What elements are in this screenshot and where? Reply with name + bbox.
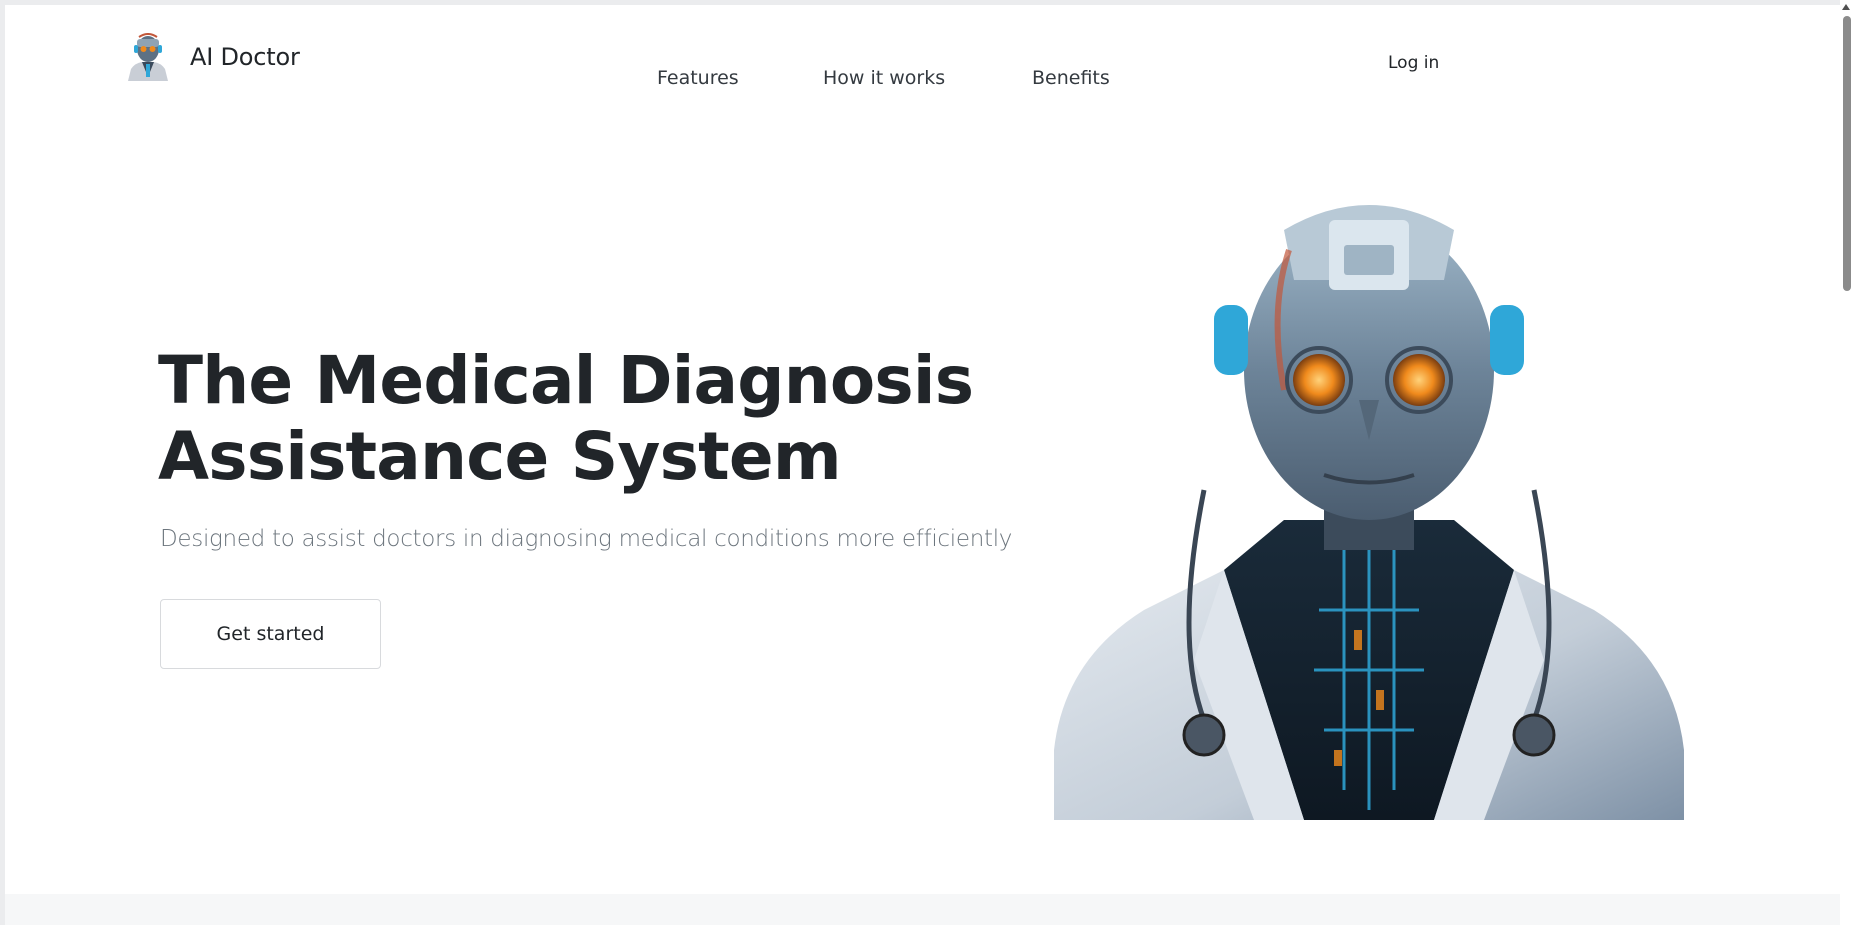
- nav-link-how-it-works[interactable]: How it works: [823, 67, 945, 89]
- hero-title-line-2: Assistance System: [158, 418, 842, 495]
- nav-link-benefits[interactable]: Benefits: [1032, 67, 1110, 89]
- brand-name: AI Doctor: [190, 43, 300, 71]
- get-started-button[interactable]: Get started: [160, 599, 381, 669]
- scrollbar-thumb[interactable]: [1843, 16, 1851, 291]
- login-link[interactable]: Log in: [1388, 53, 1439, 73]
- nav-link-features[interactable]: Features: [657, 67, 739, 89]
- browser-window: AI Doctor Features How it works Benefits…: [0, 0, 1852, 925]
- robot-doctor-illustration: [1054, 205, 1684, 820]
- brand-logo-link[interactable]: AI Doctor: [125, 33, 300, 81]
- hero-title-line-1: The Medical Diagnosis: [158, 342, 974, 419]
- hero-subtitle: Designed to assist doctors in diagnosing…: [160, 526, 1013, 552]
- page-viewport: AI Doctor Features How it works Benefits…: [5, 5, 1852, 925]
- next-section-band: [5, 894, 1852, 925]
- robot-doctor-avatar-icon: [128, 33, 168, 81]
- scroll-up-arrow-icon[interactable]: [1842, 4, 1850, 10]
- hero-title: The Medical Diagnosis Assistance System: [158, 343, 1038, 495]
- page-scrollbar[interactable]: [1840, 0, 1852, 925]
